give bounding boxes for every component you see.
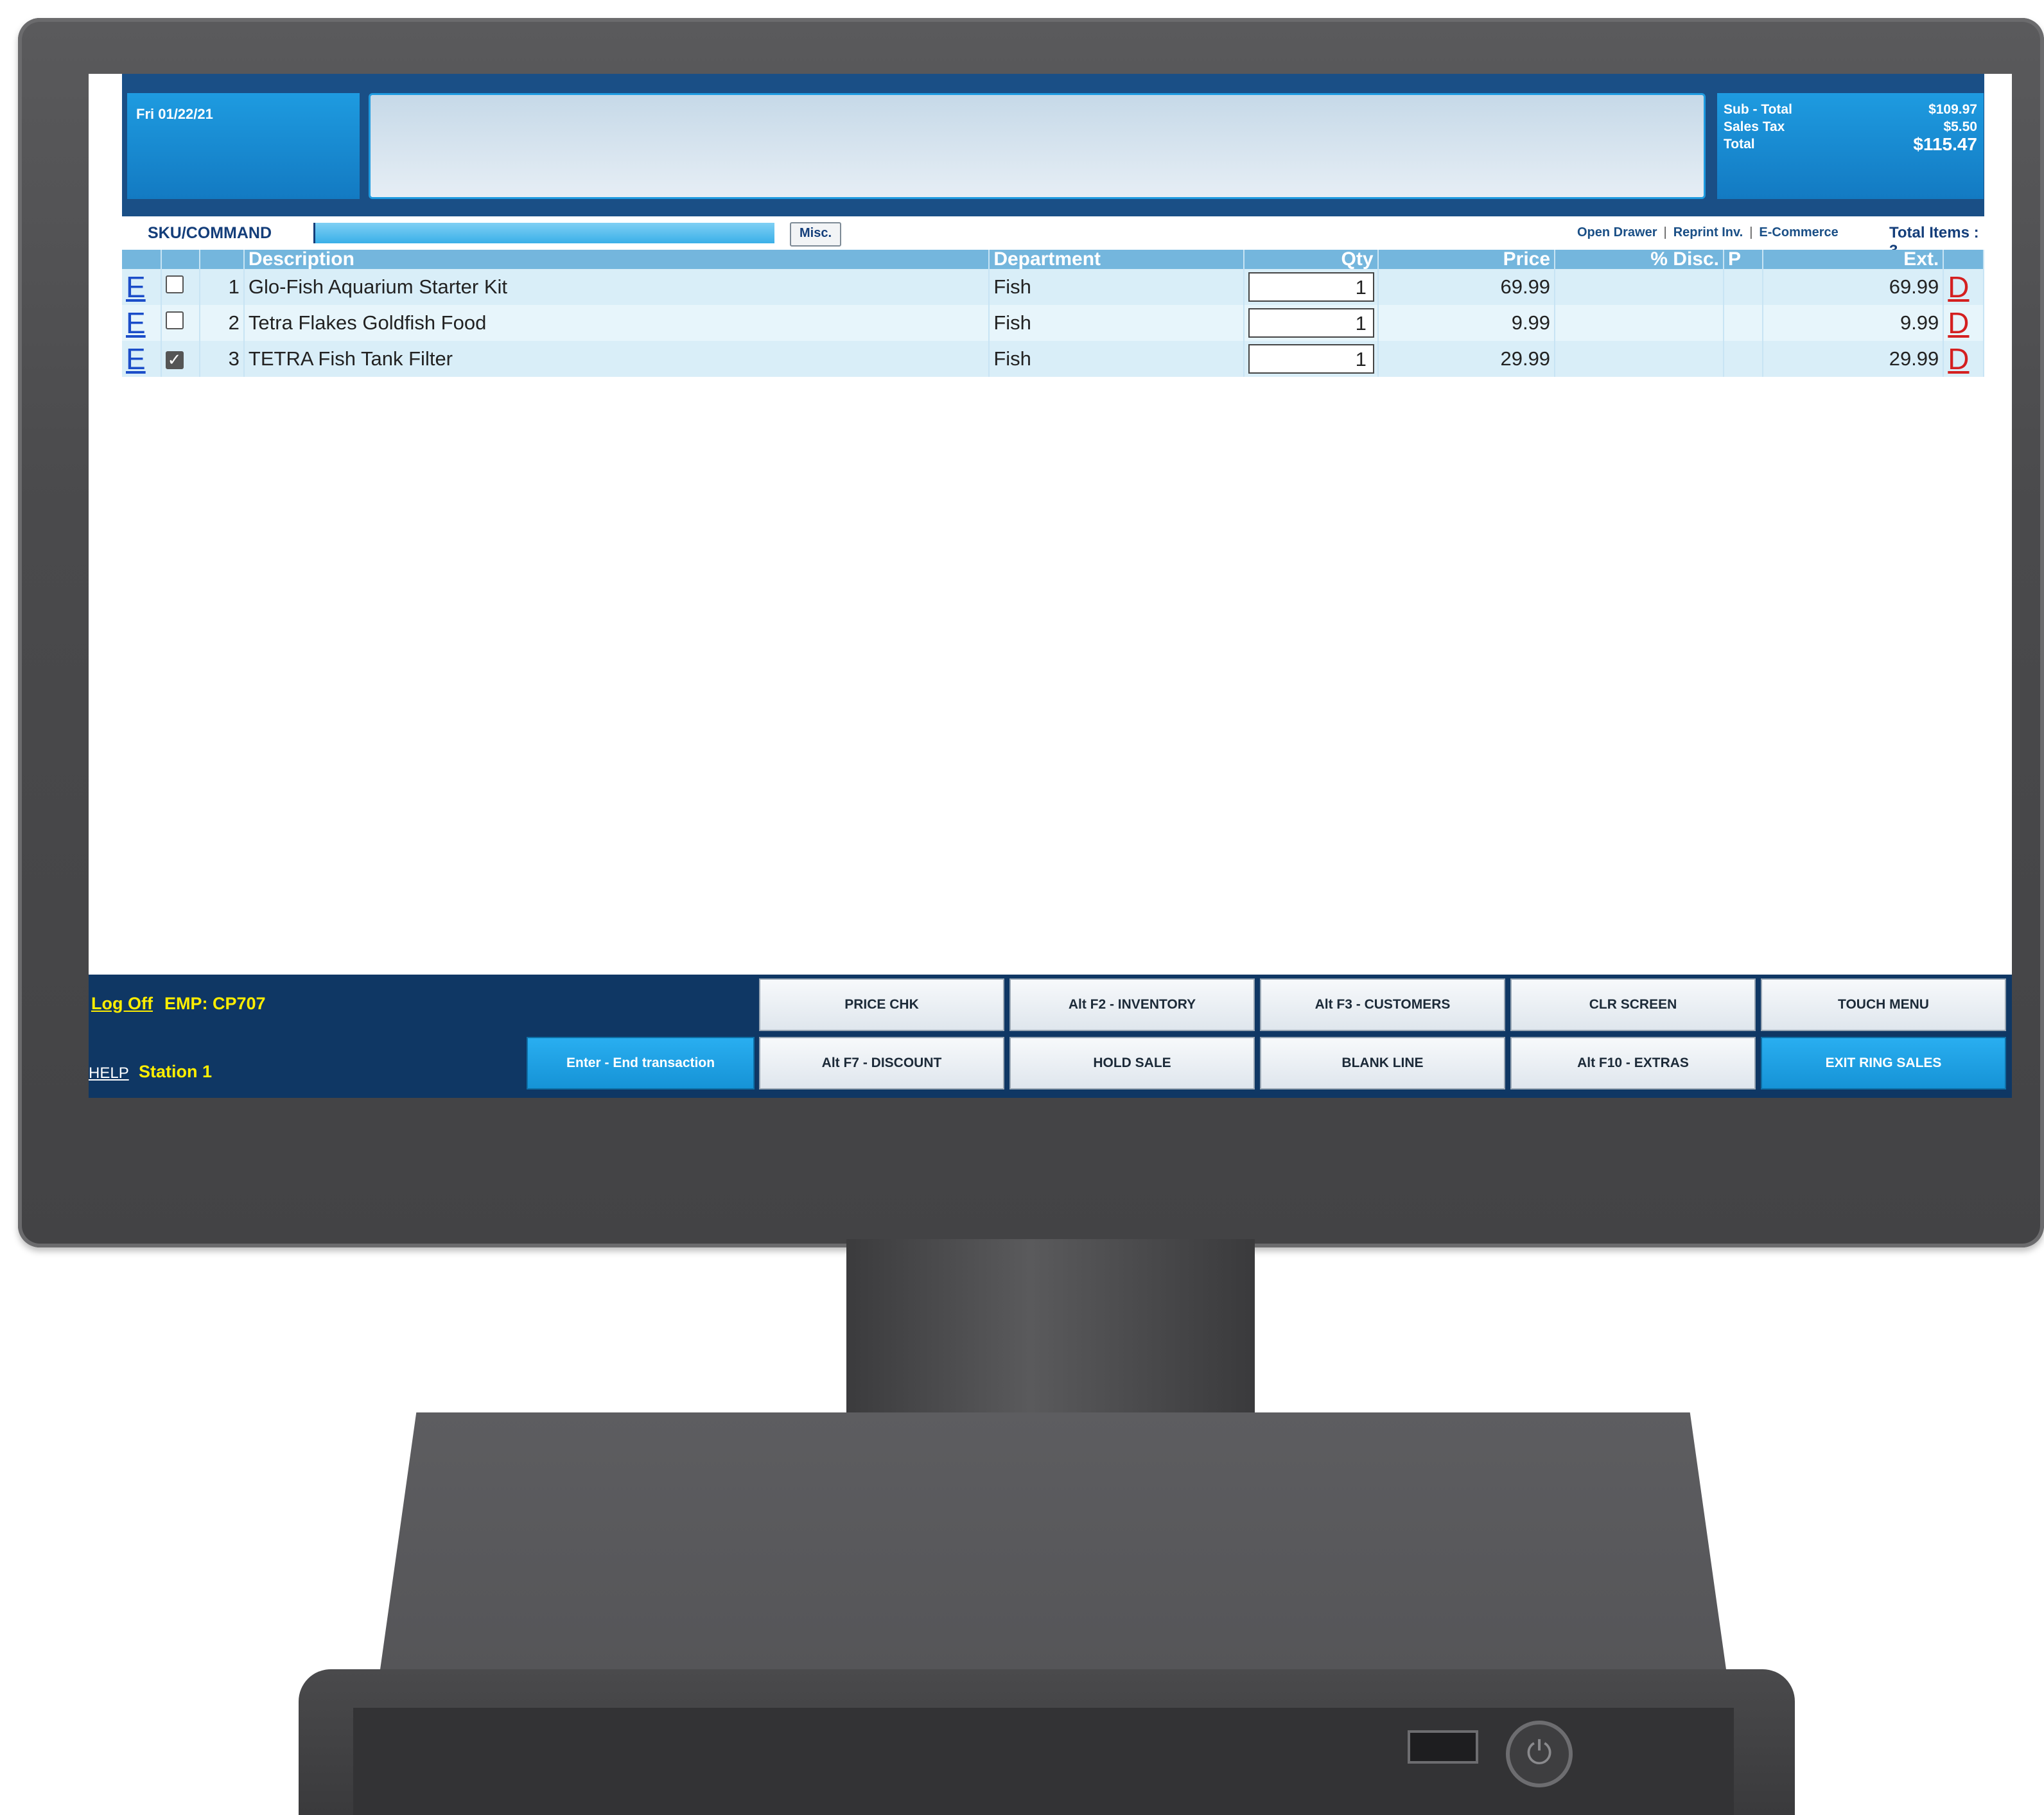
misc-button[interactable]: Misc. (790, 222, 841, 247)
total-value: $115.47 (1913, 134, 1977, 154)
tax-row: Sales Tax $5.50 (1724, 118, 1977, 135)
subtotal-row: Sub - Total $109.97 (1724, 101, 1977, 118)
extras-button[interactable]: Alt F10 - EXTRAS (1510, 1037, 1756, 1090)
item-price: 69.99 (1377, 269, 1556, 305)
hold-sale-button[interactable]: HOLD SALE (1009, 1037, 1255, 1090)
delete-line-button[interactable]: D (1948, 306, 1969, 340)
item-price: 29.99 (1377, 341, 1556, 377)
logoff-link[interactable]: Log Off (91, 994, 153, 1014)
item-discount (1555, 269, 1725, 305)
checkmark-icon: ✓ (167, 350, 182, 369)
action-links: Open Drawer | Reprint Inv. | E-Commerce (1577, 225, 1839, 240)
total-label: Total (1724, 137, 1755, 152)
col-discount-header[interactable]: % Disc. (1555, 250, 1725, 269)
line-select-checkbox[interactable] (165, 275, 184, 293)
function-key-bar: Log Off EMP: CP707 HELP Station 1 Enter … (89, 975, 2012, 1098)
line-number: 3 (200, 341, 245, 377)
item-ext: 29.99 (1762, 341, 1944, 377)
delete-line-button[interactable]: D (1948, 270, 1969, 304)
table-header: Description Department Qty Price % Disc.… (122, 250, 1984, 269)
station-label: Station 1 (139, 1062, 213, 1081)
price-check-button[interactable]: PRICE CHK (759, 978, 1004, 1031)
item-p (1724, 305, 1763, 341)
item-description: Glo-Fish Aquarium Starter Kit (243, 269, 990, 305)
edit-line-button[interactable]: E (126, 342, 146, 376)
item-discount (1555, 305, 1725, 341)
item-description: TETRA Fish Tank Filter (243, 341, 990, 377)
total-row: Total $115.47 (1724, 135, 1977, 153)
inventory-button[interactable]: Alt F2 - INVENTORY (1009, 978, 1255, 1031)
employee-id: EMP: CP707 (164, 994, 266, 1013)
table-row: E 2 Tetra Flakes Goldfish Food Fish 1 9.… (122, 305, 1984, 341)
item-department: Fish (989, 269, 1245, 305)
sku-command-label: SKU/COMMAND (148, 224, 272, 242)
item-department: Fish (989, 341, 1245, 377)
subtotal-label: Sub - Total (1724, 102, 1792, 117)
line-number: 1 (200, 269, 245, 305)
tax-value: $5.50 (1943, 119, 1977, 134)
col-price-header[interactable]: Price (1377, 250, 1556, 269)
customers-button[interactable]: Alt F3 - CUSTOMERS (1260, 978, 1505, 1031)
subtotal-value: $109.97 (1928, 102, 1977, 117)
line-select-checkbox[interactable] (165, 311, 184, 329)
date-panel: Fri 01/22/21 (127, 93, 360, 199)
item-department: Fish (989, 305, 1245, 341)
discount-button[interactable]: Alt F7 - DISCOUNT (759, 1037, 1004, 1090)
table-row: E ✓ 3 TETRA Fish Tank Filter Fish 1 29.9… (122, 341, 1984, 377)
link-separator: | (1663, 225, 1667, 239)
end-transaction-button[interactable]: Enter - End transaction (527, 1037, 755, 1090)
sku-command-input[interactable] (313, 223, 774, 243)
message-panel (369, 93, 1706, 199)
item-description: Tetra Flakes Goldfish Food (243, 305, 990, 341)
qty-input[interactable]: 1 (1248, 344, 1374, 374)
col-delete-header (1943, 250, 1984, 269)
table-row: E 1 Glo-Fish Aquarium Starter Kit Fish 1… (122, 269, 1984, 305)
qty-input[interactable]: 1 (1248, 272, 1374, 302)
usb-port-icon (1408, 1730, 1478, 1764)
reprint-invoice-link[interactable]: Reprint Inv. (1673, 225, 1743, 239)
item-p (1724, 341, 1763, 377)
blank-line-button[interactable]: BLANK LINE (1260, 1037, 1505, 1090)
touch-menu-button[interactable]: TOUCH MENU (1761, 978, 2006, 1031)
item-ext: 69.99 (1762, 269, 1944, 305)
edit-line-button[interactable]: E (126, 270, 146, 304)
item-price: 9.99 (1377, 305, 1556, 341)
power-icon[interactable]: ⏻ (1506, 1721, 1573, 1787)
pos-screen: Fri 01/22/21 Sub - Total $109.97 Sales T… (89, 74, 2012, 1098)
totals-panel: Sub - Total $109.97 Sales Tax $5.50 Tota… (1717, 93, 1984, 199)
tax-label: Sales Tax (1724, 119, 1785, 134)
item-discount (1555, 341, 1725, 377)
col-line-header (200, 250, 245, 269)
item-p (1724, 269, 1763, 305)
col-p-header[interactable]: P (1724, 250, 1763, 269)
open-drawer-link[interactable]: Open Drawer (1577, 225, 1657, 239)
link-separator: | (1749, 225, 1753, 239)
col-ext-header[interactable]: Ext. (1762, 250, 1944, 269)
col-department-header[interactable]: Department (989, 250, 1245, 269)
col-edit-header (122, 250, 162, 269)
date-text: Fri 01/22/21 (136, 106, 213, 122)
help-link[interactable]: HELP (89, 1064, 129, 1082)
item-ext: 9.99 (1762, 305, 1944, 341)
command-row: SKU/COMMAND Misc. Open Drawer | Reprint In… (122, 216, 1984, 259)
exit-ring-sales-button[interactable]: EXIT RING SALES (1761, 1037, 2006, 1090)
qty-input[interactable]: 1 (1248, 308, 1374, 338)
col-qty-header[interactable]: Qty (1243, 250, 1379, 269)
sale-items-table: Description Department Qty Price % Disc.… (122, 250, 1984, 377)
col-check-header (161, 250, 201, 269)
clear-screen-button[interactable]: CLR SCREEN (1510, 978, 1756, 1031)
line-number: 2 (200, 305, 245, 341)
monitor-stand-base (376, 1412, 1731, 1701)
edit-line-button[interactable]: E (126, 306, 146, 340)
col-description-header[interactable]: Description (243, 250, 990, 269)
line-select-checkbox[interactable]: ✓ (165, 350, 184, 369)
delete-line-button[interactable]: D (1948, 342, 1969, 376)
ecommerce-link[interactable]: E-Commerce (1759, 225, 1838, 239)
